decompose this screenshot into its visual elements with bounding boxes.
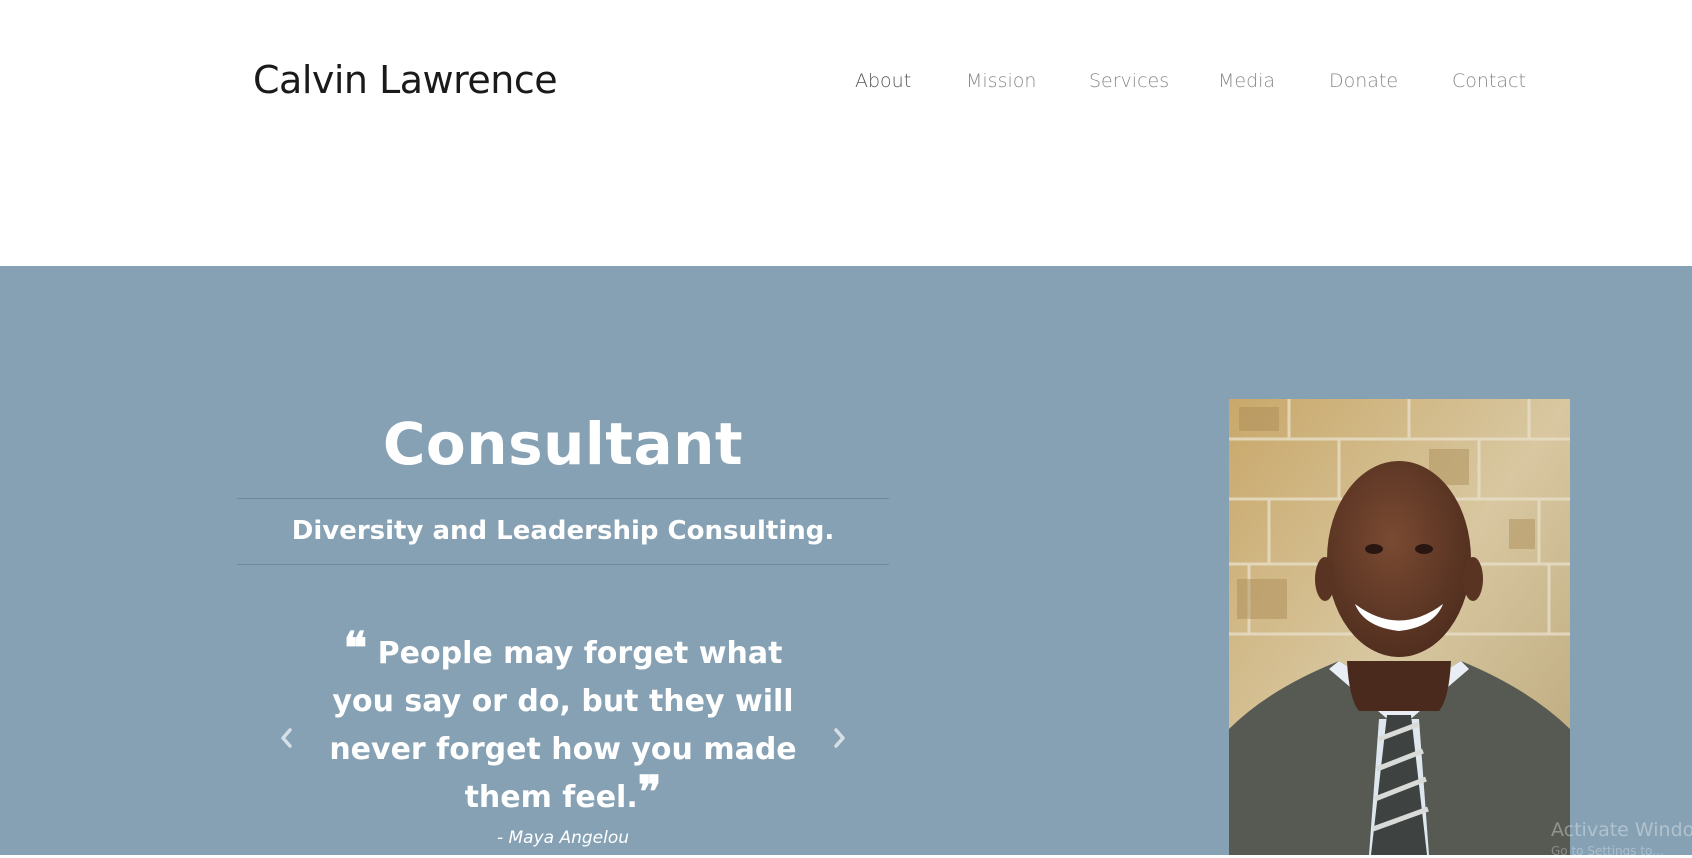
hero-title: Consultant [382, 410, 744, 478]
nav-link-contact[interactable]: Contact [1452, 70, 1526, 92]
open-quote-icon: ❝ [343, 623, 368, 674]
hero-section: Consultant Diversity and Leadership Cons… [0, 266, 1692, 858]
windows-activation-subtext: Go to Settings to... [1551, 844, 1664, 858]
site-header: Calvin Lawrence About Mission Services M… [0, 0, 1692, 266]
chevron-left-icon [279, 727, 293, 749]
chevron-right-icon [833, 727, 847, 749]
divider [237, 564, 889, 565]
quote-body: ❝ People may forget what you say or do, … [320, 627, 806, 822]
close-quote-icon: ❞ [637, 767, 662, 818]
nav-link-about[interactable]: About [855, 70, 911, 92]
main-nav: About Mission Services Media Donate Cont… [0, 70, 1692, 98]
windows-activation-watermark: Activate Window [1551, 819, 1692, 841]
quote-text: People may forget what you say or do, bu… [329, 636, 797, 815]
nav-link-media[interactable]: Media [1218, 70, 1275, 92]
divider [237, 498, 889, 499]
testimonial-quote: ❝ People may forget what you say or do, … [320, 627, 806, 849]
carousel-next-button[interactable] [828, 726, 852, 750]
nav-link-donate[interactable]: Donate [1329, 70, 1398, 92]
portrait-photo [1229, 399, 1570, 855]
nav-link-mission[interactable]: Mission [966, 70, 1036, 92]
hero-subtitle: Diversity and Leadership Consulting. [291, 516, 835, 546]
quote-author: - Maya Angelou [496, 828, 630, 848]
nav-link-services[interactable]: Services [1089, 70, 1169, 92]
carousel-prev-button[interactable] [274, 726, 298, 750]
